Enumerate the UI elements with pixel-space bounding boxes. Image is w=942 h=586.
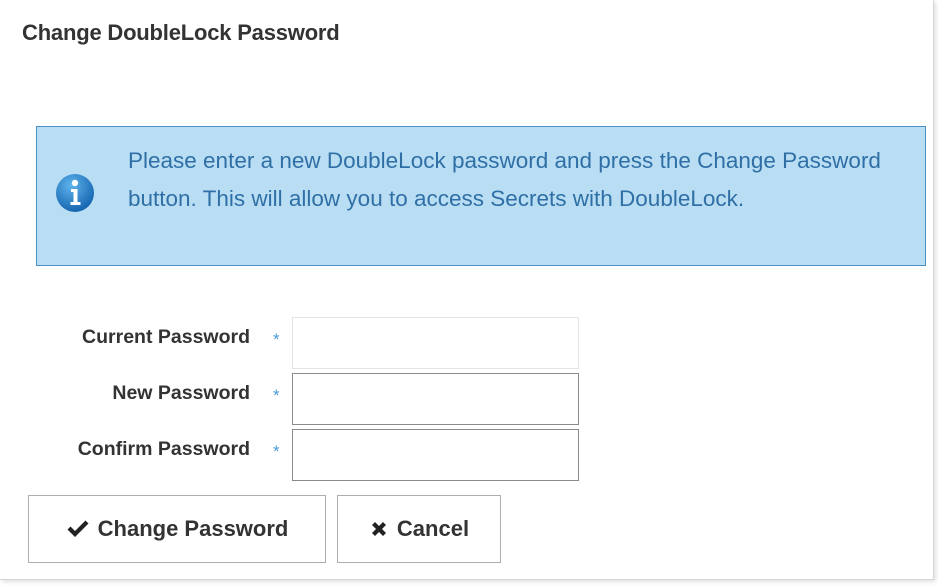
required-marker: * bbox=[273, 442, 280, 461]
change-password-button[interactable]: Change Password bbox=[28, 495, 326, 563]
current-password-label-wrap: Current Password bbox=[0, 317, 250, 369]
cancel-button[interactable]: Cancel bbox=[337, 495, 501, 563]
new-password-input[interactable] bbox=[292, 373, 579, 425]
current-password-label: Current Password bbox=[82, 326, 250, 348]
required-marker: * bbox=[273, 386, 280, 405]
confirm-password-label-wrap: Confirm Password bbox=[0, 429, 250, 481]
new-password-label-wrap: New Password bbox=[0, 373, 250, 425]
cancel-label: Cancel bbox=[396, 516, 470, 541]
x-icon bbox=[371, 522, 386, 536]
confirm-password-input[interactable] bbox=[292, 429, 579, 481]
new-password-label: New Password bbox=[112, 382, 250, 404]
confirm-password-label: Confirm Password bbox=[77, 438, 250, 460]
info-icon bbox=[56, 174, 94, 212]
required-marker: * bbox=[273, 330, 280, 349]
change-password-label: Change Password bbox=[97, 516, 289, 541]
check-icon bbox=[67, 520, 89, 537]
dialog-title: Change DoubleLock Password bbox=[22, 20, 340, 45]
change-doublelock-password-dialog: Change DoubleLock Password Please enter … bbox=[0, 0, 934, 580]
info-alert: Please enter a new DoubleLock password a… bbox=[36, 126, 926, 266]
info-message: Please enter a new DoubleLock password a… bbox=[128, 148, 881, 211]
current-password-input[interactable] bbox=[292, 317, 579, 369]
